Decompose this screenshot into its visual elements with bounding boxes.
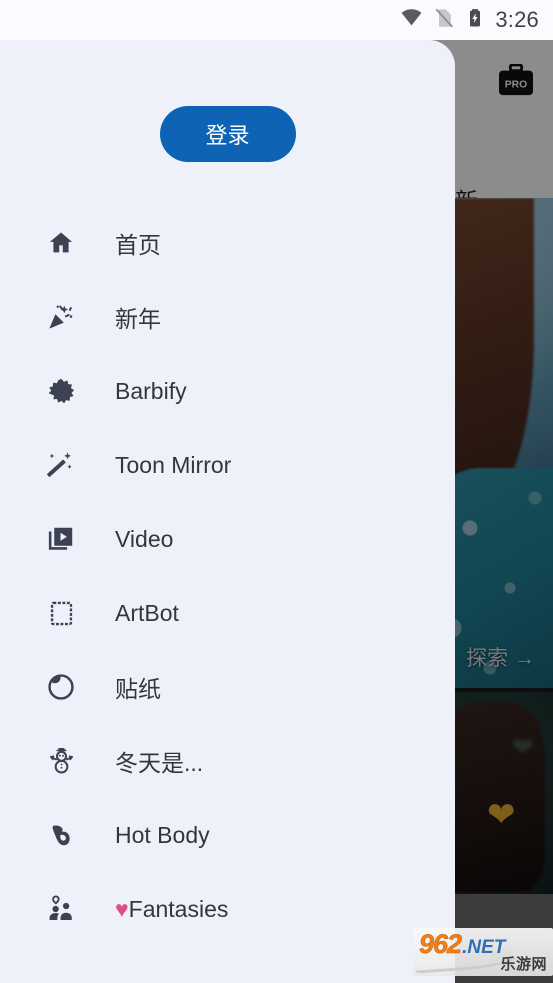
video-library-icon — [46, 524, 76, 554]
menu-item-stickers[interactable]: 贴纸 — [0, 650, 455, 724]
sim-card-off-icon — [433, 7, 455, 34]
watermark-number: 962 — [419, 929, 463, 960]
login-button[interactable]: 登录 — [159, 106, 296, 162]
watermark-domain: .NET — [462, 937, 506, 958]
menu-label-fantasies-text: Fantasies — [128, 895, 229, 922]
wifi-icon — [400, 6, 423, 34]
starburst-icon — [46, 376, 76, 406]
menu-item-hot-body[interactable]: Hot Body — [0, 798, 455, 872]
watermark-chinese: 乐游网 — [500, 956, 547, 973]
menu-item-home[interactable]: 首页 — [0, 206, 455, 280]
menu-label-winter: 冬天是... — [115, 750, 204, 776]
menu-label-toon-mirror: Toon Mirror — [115, 451, 232, 478]
login-section: 登录 — [0, 106, 455, 162]
drawer-menu: 首页 新年 Barbify Toon Mirror Video ArtBot 贴… — [0, 206, 455, 946]
menu-item-artbot[interactable]: ArtBot — [0, 576, 455, 650]
menu-label-artbot: ArtBot — [115, 599, 179, 626]
menu-item-fantasies[interactable]: ♥ Fantasies — [0, 872, 455, 946]
site-watermark: 962 .NET 乐游网 — [413, 928, 553, 976]
magic-wand-icon — [46, 450, 76, 480]
menu-label-video: Video — [115, 525, 174, 552]
status-bar: 3:26 — [0, 0, 553, 40]
menu-label-home: 首页 — [115, 232, 161, 258]
menu-label-fantasies: ♥ Fantasies — [115, 896, 228, 923]
menu-label-barbify: Barbify — [115, 377, 187, 404]
snowman-icon — [46, 746, 76, 776]
heart-icon: ♥ — [115, 895, 129, 922]
sticker-icon — [46, 672, 76, 702]
battery-charging-icon — [465, 8, 485, 33]
phone-screen: PRO 最新 探索 → ❤ ❤ 登录 — [0, 0, 553, 983]
home-icon — [46, 228, 76, 258]
status-bar-clock: 3:26 — [495, 7, 539, 32]
celebration-icon — [46, 302, 76, 332]
status-icon-group — [400, 6, 485, 34]
menu-item-new-year[interactable]: 新年 — [0, 280, 455, 354]
menu-label-hot-body: Hot Body — [115, 821, 210, 848]
menu-item-toon-mirror[interactable]: Toon Mirror — [0, 428, 455, 502]
biceps-icon — [46, 820, 76, 850]
menu-label-new-year: 新年 — [115, 306, 161, 332]
menu-label-stickers: 贴纸 — [115, 676, 161, 702]
menu-item-winter[interactable]: 冬天是... — [0, 724, 455, 798]
stamp-frame-icon — [46, 598, 76, 628]
navigation-drawer: 登录 首页 新年 Barbify Toon Mirror Video ArtBo… — [0, 40, 455, 983]
menu-item-barbify[interactable]: Barbify — [0, 354, 455, 428]
couple-icon — [46, 894, 76, 924]
watermark-top-row: 962 .NET — [419, 929, 506, 960]
menu-item-video[interactable]: Video — [0, 502, 455, 576]
